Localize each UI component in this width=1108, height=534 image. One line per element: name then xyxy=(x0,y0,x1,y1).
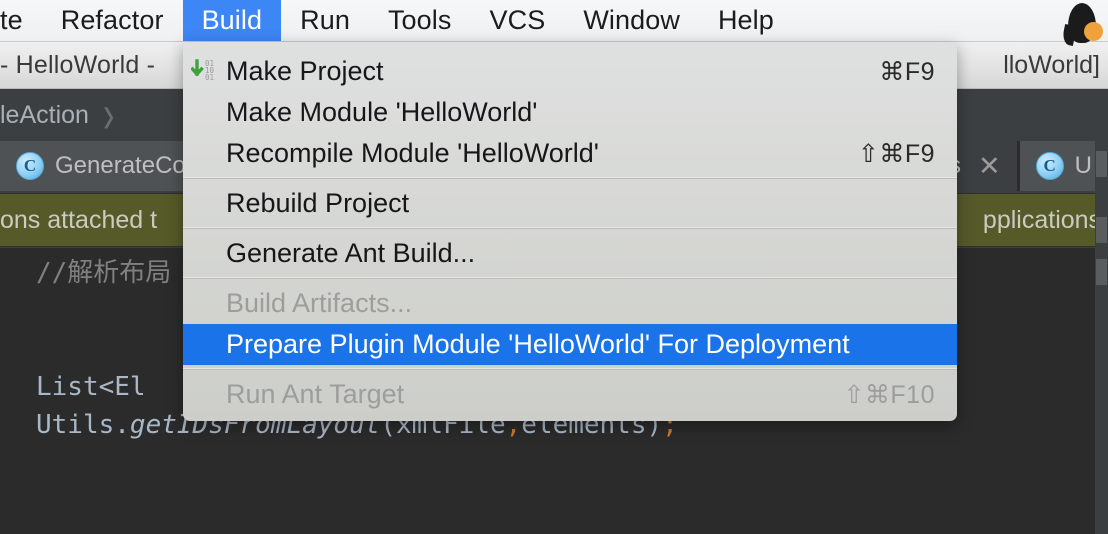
menu-item-generate-ant-build[interactable]: Generate Ant Build... xyxy=(183,233,957,274)
notification-left-text: ons attached t xyxy=(0,206,157,235)
menu-item-shortcut: ⇧⌘F10 xyxy=(815,380,935,410)
window-title-right: lloWorld] xyxy=(1003,42,1108,88)
menu-item-label: Prepare Plugin Module 'HelloWorld' For D… xyxy=(226,329,850,360)
menu-separator xyxy=(183,369,957,370)
menu-item-build-artifacts[interactable]: Build Artifacts... xyxy=(183,283,957,324)
menu-item-label: Run Ant Target xyxy=(226,379,404,410)
scrollbar-marker xyxy=(1096,259,1107,285)
menu-item-label: Recompile Module 'HelloWorld' xyxy=(226,138,599,169)
scrollbar-marker xyxy=(1096,217,1107,243)
menu-item-recompile-module[interactable]: Recompile Module 'HelloWorld' ⇧⌘F9 xyxy=(183,133,957,174)
menu-item-shortcut: ⇧⌘F9 xyxy=(830,139,935,169)
code-token: Utils. xyxy=(36,410,130,440)
menu-item-label: Generate Ant Build... xyxy=(226,238,475,269)
menu-separator xyxy=(183,278,957,279)
menu-item-prepare-plugin-module[interactable]: Prepare Plugin Module 'HelloWorld' For D… xyxy=(183,324,957,365)
make-project-icon: 01 10 01 xyxy=(191,57,221,87)
menu-bar-item-edit[interactable]: te xyxy=(0,0,42,41)
class-icon: C xyxy=(1036,152,1064,180)
menu-item-run-ant-target[interactable]: Run Ant Target ⇧⌘F10 xyxy=(183,374,957,415)
build-menu-dropdown: 01 10 01 Make Project ⌘F9 Make Module 'H… xyxy=(183,42,957,421)
menu-bar-item-run[interactable]: Run xyxy=(281,0,369,41)
menu-bar: te Refactor Build Run Tools VCS Window H… xyxy=(0,0,1108,42)
window-title-left: - HelloWorld - xyxy=(0,51,155,80)
class-icon: C xyxy=(16,152,44,180)
menu-item-shortcut: ⌘F9 xyxy=(851,57,935,87)
menu-bar-item-build[interactable]: Build xyxy=(183,0,282,41)
menu-top-padding xyxy=(183,42,957,51)
code-token: //解析布局 xyxy=(36,258,171,288)
menu-bar-item-vcs[interactable]: VCS xyxy=(470,0,564,41)
menu-item-make-project[interactable]: 01 10 01 Make Project ⌘F9 xyxy=(183,51,957,92)
menu-separator xyxy=(183,178,957,179)
menu-item-label: Make Project xyxy=(226,56,384,87)
menu-item-label: Make Module 'HelloWorld' xyxy=(226,97,537,128)
menu-bar-item-window[interactable]: Window xyxy=(564,0,699,41)
menu-item-make-module[interactable]: Make Module 'HelloWorld' xyxy=(183,92,957,133)
menu-bar-item-tools[interactable]: Tools xyxy=(369,0,471,41)
code-token: List<El xyxy=(36,372,146,402)
menu-bar-status-area[interactable] xyxy=(1062,0,1108,41)
svg-text:01: 01 xyxy=(205,73,214,82)
menu-separator xyxy=(183,228,957,229)
menu-item-label: Rebuild Project xyxy=(226,188,409,219)
menu-bar-spacer xyxy=(793,0,1062,41)
breadcrumb-label: leAction xyxy=(0,101,89,130)
penguin-icon[interactable] xyxy=(1062,3,1102,43)
menu-item-label: Build Artifacts... xyxy=(226,288,412,319)
scrollbar-marker xyxy=(1096,151,1107,177)
menu-bar-item-help[interactable]: Help xyxy=(699,0,793,41)
chevron-right-icon: › xyxy=(103,89,114,141)
screen: - HelloWorld - lloWorld] leAction › C Ge… xyxy=(0,0,1108,534)
notification-right-text: pplications/ xyxy=(983,206,1108,235)
editor-tab-u-label: U xyxy=(1075,152,1092,180)
editor-scrollbar[interactable] xyxy=(1095,89,1108,534)
close-icon[interactable]: ✕ xyxy=(978,153,1001,180)
menu-bar-item-refactor[interactable]: Refactor xyxy=(42,0,183,41)
menu-item-rebuild-project[interactable]: Rebuild Project xyxy=(183,183,957,224)
